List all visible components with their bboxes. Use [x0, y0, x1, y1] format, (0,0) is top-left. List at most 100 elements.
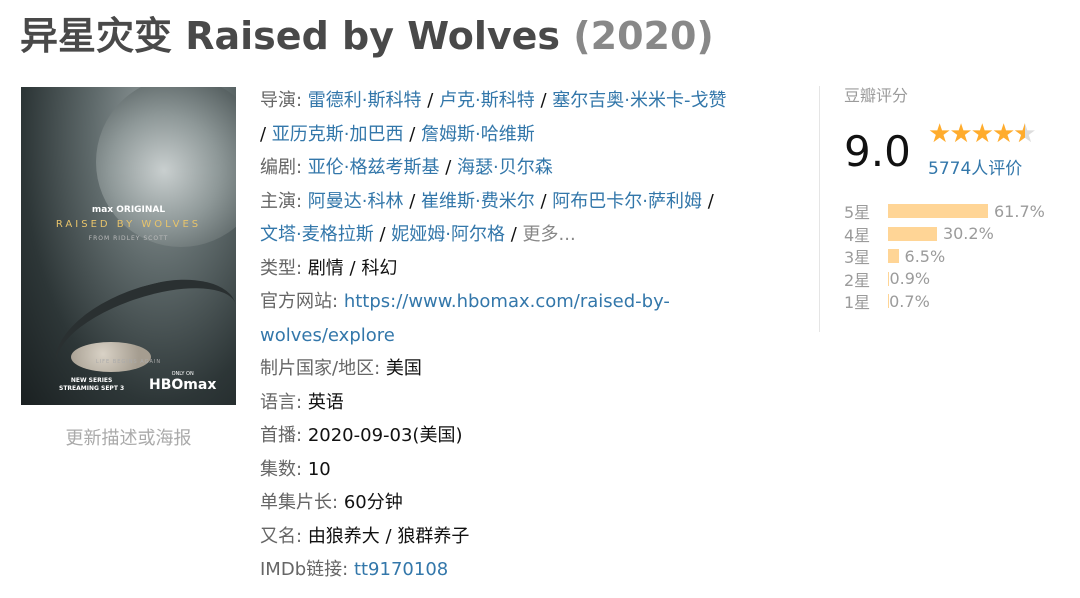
votes-link[interactable]: 5774人评价: [928, 154, 1022, 179]
section-divider: [819, 86, 820, 332]
dist-pct: 61.7%: [994, 201, 1045, 221]
director-link[interactable]: 雷德利·斯科特: [308, 90, 422, 111]
poster-image[interactable]: max ORIGINAL RAISED BY WOLVES FROM RIDLE…: [21, 87, 236, 405]
poster-premiere: NEW SERIES STREAMING SEPT 3: [59, 377, 124, 393]
site-row: 官方网站: https://www.hbomax.com/raised-by-: [260, 285, 800, 319]
dist-row: 5星 61.7%: [844, 200, 1045, 223]
title-year: (2020): [573, 14, 714, 58]
title-en: Raised by Wolves: [185, 14, 561, 58]
dist-pct: 6.5%: [904, 246, 946, 266]
cast-link[interactable]: 文塔·麦格拉斯: [260, 224, 374, 245]
official-site-link[interactable]: https://www.hbomax.com/raised-by-: [344, 291, 670, 312]
aka-row: 又名: 由狼养大 / 狼群养子: [260, 520, 800, 554]
director-label: 导演: [260, 90, 296, 111]
premiere-label: 首播:: [260, 425, 303, 446]
premiere-row: 首播: 2020-09-03(美国): [260, 419, 800, 453]
title-cn: 异星灾变: [20, 14, 173, 58]
separator: /: [403, 190, 422, 212]
genre-value: 剧情 / 科幻: [307, 257, 398, 279]
director-link[interactable]: 卢克·斯科特: [439, 90, 535, 111]
cast-row: 主演: 阿曼达·科林 / 崔维斯·费米尔 / 阿布巴卡尔·萨利姆 /: [260, 185, 800, 219]
poster-network-logo: ONLY ON HBOmax: [149, 371, 216, 393]
dist-label: 5星: [844, 203, 871, 223]
imdb-row: IMDb链接: tt9170108: [260, 553, 800, 587]
episodes-label: 集数:: [260, 458, 303, 480]
language-value: 英语: [307, 391, 344, 413]
dist-label: 1星: [844, 293, 871, 313]
episodes-row: 集数: 10: [260, 453, 800, 487]
poster-show-title: RAISED BY WOLVES: [55, 219, 202, 230]
star-icon: ★: [949, 119, 972, 149]
update-poster-link[interactable]: 更新描述或海报: [21, 424, 236, 450]
star-icon: ★: [970, 119, 994, 149]
country-row: 制片国家/地区: 美国: [260, 352, 800, 386]
rating-score: 9.0: [844, 127, 911, 176]
separator: /: [702, 190, 714, 212]
separator: /: [534, 90, 553, 111]
separator: /: [403, 123, 422, 145]
runtime-row: 单集片长: 60分钟: [260, 486, 800, 520]
info-panel: 导演: 雷德利·斯科特 / 卢克·斯科特 / 塞尔吉奥·米米卡-戈赞 / 亚历克…: [260, 84, 800, 587]
cast-label: 主演: [260, 190, 296, 212]
poster-credit: FROM RIDLEY SCOTT: [88, 235, 169, 242]
rating-panel: 豆瓣评分 9.0 ★★★★★ 5774人评价 5星 61.7% 4星 30.2%…: [844, 82, 1076, 312]
runtime-label: 单集片长:: [260, 492, 339, 513]
star-icon: ★: [991, 119, 1015, 149]
dist-label: 2星: [844, 270, 871, 290]
language-label: 语言:: [260, 391, 303, 413]
writer-link[interactable]: 亚伦·格兹考斯基: [308, 157, 440, 178]
writer-row: 编剧: 亚伦·格兹考斯基 / 海瑟·贝尔森: [260, 151, 800, 185]
runtime-value: 60分钟: [343, 492, 403, 513]
separator: /: [504, 224, 523, 245]
aka-label: 又名:: [260, 525, 303, 547]
star-icon: ★: [928, 119, 951, 149]
writer-colon: :: [296, 157, 308, 178]
country-value: 美国: [385, 358, 422, 379]
director-link[interactable]: 塞尔吉奥·米米卡-戈赞: [552, 90, 726, 111]
dist-label: 3星: [844, 248, 871, 268]
separator: /: [534, 190, 553, 212]
dist-bar: [888, 249, 899, 264]
rating-header: 豆瓣评分: [844, 86, 909, 105]
writer-link[interactable]: 海瑟·贝尔森: [457, 157, 553, 178]
dist-row: 2星 0.9%: [844, 268, 1045, 291]
premiere-value: 2020-09-03(美国): [307, 425, 463, 446]
poster-premiere-line2: STREAMING SEPT 3: [59, 385, 125, 392]
separator: /: [421, 90, 440, 111]
dist-bar: [888, 226, 937, 241]
dist-pct: 0.7%: [889, 291, 930, 311]
dist-row: 1星 0.7%: [844, 290, 1045, 313]
cast-link[interactable]: 阿布巴卡尔·萨利姆: [552, 191, 702, 212]
dist-row: 4星 30.2%: [844, 223, 1045, 246]
cast-row-cont: 文塔·麦格拉斯 / 妮娅姆·阿尔格 / 更多...: [260, 218, 800, 252]
director-link[interactable]: 亚历克斯·加巴西: [272, 124, 404, 145]
site-label: 官方网站:: [260, 291, 339, 312]
cast-link[interactable]: 崔维斯·费米尔: [421, 191, 535, 212]
director-link[interactable]: 詹姆斯·哈维斯: [421, 124, 535, 145]
country-label: 制片国家/地区:: [260, 358, 381, 379]
dist-label: 4星: [844, 225, 871, 245]
director-row: 导演: 雷德利·斯科特 / 卢克·斯科特 / 塞尔吉奥·米米卡-戈赞: [260, 84, 800, 118]
dist-pct: 30.2%: [942, 224, 994, 244]
writer-label: 编剧: [260, 157, 296, 178]
official-site-link-cont[interactable]: wolves/explore: [260, 325, 395, 346]
cast-colon: :: [296, 190, 308, 212]
site-row-cont: wolves/explore: [260, 319, 800, 353]
poster-premiere-line1: NEW SERIES: [70, 377, 113, 384]
separator: /: [439, 157, 458, 178]
genre-row: 类型: 剧情 / 科幻: [260, 252, 800, 286]
episodes-value: 10: [307, 458, 331, 480]
genre-label: 类型:: [260, 257, 303, 279]
poster-brand: max ORIGINAL: [91, 205, 166, 215]
imdb-link[interactable]: tt9170108: [354, 559, 448, 580]
dist-bar: [888, 204, 988, 219]
page-title: 异星灾变 Raised by Wolves (2020): [20, 10, 714, 62]
aka-value: 由狼养大 / 狼群养子: [307, 525, 470, 547]
dist-row: 3星 6.5%: [844, 245, 1045, 268]
cast-link[interactable]: 阿曼达·科林: [308, 191, 404, 212]
rating-distribution: 5星 61.7% 4星 30.2% 3星 6.5% 2星 0.9% 1星 0.7…: [844, 200, 1045, 313]
more-cast-link[interactable]: 更多...: [523, 224, 576, 245]
cast-link[interactable]: 妮娅姆·阿尔格: [391, 224, 505, 245]
director-row-cont: / 亚历克斯·加巴西 / 詹姆斯·哈维斯: [260, 118, 800, 152]
half-star-icon: ★: [1013, 119, 1036, 149]
